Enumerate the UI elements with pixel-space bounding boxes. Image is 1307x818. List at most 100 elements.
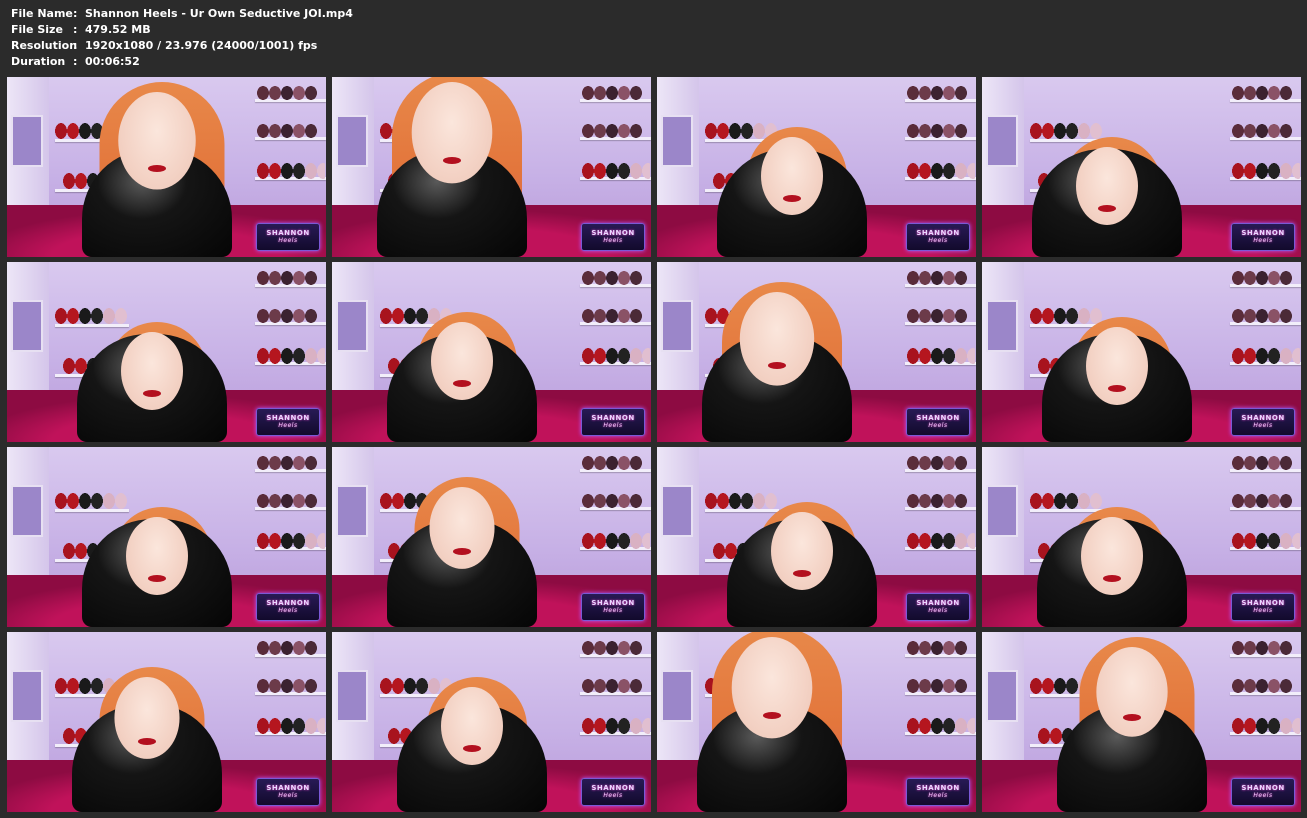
wall-art bbox=[661, 115, 693, 167]
wall-art bbox=[661, 485, 693, 537]
shoes bbox=[582, 306, 650, 324]
shoes bbox=[907, 453, 975, 471]
lips bbox=[148, 165, 166, 172]
watermark-line2: Heels bbox=[928, 607, 948, 614]
shoes bbox=[257, 531, 325, 549]
lips bbox=[138, 738, 156, 745]
watermark-line2: Heels bbox=[278, 422, 298, 429]
shoes bbox=[582, 161, 650, 179]
wall-art bbox=[11, 670, 43, 722]
wall-art bbox=[661, 300, 693, 352]
shoes bbox=[257, 716, 325, 734]
watermark-line2: Heels bbox=[603, 237, 623, 244]
shoes bbox=[257, 491, 325, 509]
lips bbox=[143, 390, 161, 397]
shoes bbox=[907, 346, 975, 364]
watermark-line1: SHANNON bbox=[1241, 414, 1285, 422]
video-thumbnail[interactable]: SHANNON Heels bbox=[657, 262, 976, 442]
shoes bbox=[907, 83, 975, 101]
lips bbox=[768, 362, 786, 369]
watermark-logo: SHANNON Heels bbox=[1231, 778, 1295, 806]
watermark-line1: SHANNON bbox=[916, 414, 960, 422]
video-thumbnail[interactable]: SHANNON Heels bbox=[982, 632, 1301, 812]
lips bbox=[1103, 575, 1121, 582]
watermark-logo: SHANNON Heels bbox=[256, 223, 320, 251]
watermark-line1: SHANNON bbox=[266, 784, 310, 792]
video-thumbnail[interactable]: SHANNON Heels bbox=[657, 77, 976, 257]
file-info-header: File Name : Shannon Heels - Ur Own Seduc… bbox=[11, 6, 353, 70]
shoes bbox=[257, 306, 325, 324]
shoes bbox=[1232, 676, 1300, 694]
resolution-row: Resolution : 1920x1080 / 23.976 (24000/1… bbox=[11, 38, 353, 54]
shoes bbox=[907, 716, 975, 734]
video-thumbnail[interactable]: SHANNON Heels bbox=[7, 77, 326, 257]
video-thumbnail[interactable]: SHANNON Heels bbox=[7, 447, 326, 627]
shoes bbox=[1232, 716, 1300, 734]
video-thumbnail[interactable]: SHANNON Heels bbox=[982, 447, 1301, 627]
watermark-logo: SHANNON Heels bbox=[581, 593, 645, 621]
watermark-logo: SHANNON Heels bbox=[906, 223, 970, 251]
wall-art bbox=[986, 485, 1018, 537]
video-thumbnail[interactable]: SHANNON Heels bbox=[982, 77, 1301, 257]
face bbox=[1076, 147, 1138, 225]
shoes bbox=[582, 638, 650, 656]
watermark-logo: SHANNON Heels bbox=[906, 593, 970, 621]
shoes bbox=[582, 453, 650, 471]
video-thumbnail[interactable]: SHANNON Heels bbox=[982, 262, 1301, 442]
watermark-line1: SHANNON bbox=[266, 229, 310, 237]
lips bbox=[443, 157, 461, 164]
watermark-line1: SHANNON bbox=[916, 784, 960, 792]
thumbnail-grid: SHANNON Heels SHANNON Heels SHANNON Heel… bbox=[7, 77, 1301, 815]
face bbox=[1096, 647, 1168, 737]
video-thumbnail[interactable]: SHANNON Heels bbox=[7, 632, 326, 812]
watermark-line1: SHANNON bbox=[1241, 599, 1285, 607]
watermark-logo: SHANNON Heels bbox=[256, 593, 320, 621]
shoes bbox=[1232, 638, 1300, 656]
file-size-row: File Size : 479.52 MB bbox=[11, 22, 353, 38]
shoes bbox=[1030, 491, 1104, 509]
face bbox=[431, 322, 493, 400]
face bbox=[118, 92, 196, 190]
face bbox=[771, 512, 833, 590]
shoes bbox=[907, 531, 975, 549]
watermark-line2: Heels bbox=[928, 422, 948, 429]
video-thumbnail[interactable]: SHANNON Heels bbox=[7, 262, 326, 442]
video-thumbnail[interactable]: SHANNON Heels bbox=[332, 632, 651, 812]
lips bbox=[793, 570, 811, 577]
face bbox=[441, 687, 503, 765]
file-size-label: File Size bbox=[11, 23, 63, 36]
video-thumbnail[interactable]: SHANNON Heels bbox=[332, 262, 651, 442]
face bbox=[411, 82, 493, 184]
wall-art bbox=[336, 115, 368, 167]
watermark-line1: SHANNON bbox=[1241, 229, 1285, 237]
watermark-line2: Heels bbox=[928, 792, 948, 799]
video-thumbnail[interactable]: SHANNON Heels bbox=[332, 77, 651, 257]
separator: : bbox=[73, 7, 78, 20]
shoes bbox=[1232, 491, 1300, 509]
watermark-line2: Heels bbox=[603, 422, 623, 429]
shoes bbox=[257, 268, 325, 286]
video-thumbnail[interactable]: SHANNON Heels bbox=[332, 447, 651, 627]
file-name-value: Shannon Heels - Ur Own Seductive JOI.mp4 bbox=[85, 7, 353, 20]
watermark-line2: Heels bbox=[1253, 422, 1273, 429]
shoes bbox=[55, 491, 129, 509]
video-thumbnail[interactable]: SHANNON Heels bbox=[657, 447, 976, 627]
wall-art bbox=[661, 670, 693, 722]
watermark-logo: SHANNON Heels bbox=[256, 408, 320, 436]
wall-art bbox=[336, 670, 368, 722]
shoes bbox=[907, 676, 975, 694]
wall-art bbox=[986, 300, 1018, 352]
video-thumbnail[interactable]: SHANNON Heels bbox=[657, 632, 976, 812]
watermark-line2: Heels bbox=[603, 607, 623, 614]
watermark-logo: SHANNON Heels bbox=[581, 778, 645, 806]
separator: : bbox=[73, 39, 78, 52]
watermark-line2: Heels bbox=[278, 607, 298, 614]
watermark-line1: SHANNON bbox=[916, 599, 960, 607]
shoes bbox=[1232, 121, 1300, 139]
shoes bbox=[907, 491, 975, 509]
lips bbox=[148, 575, 166, 582]
watermark-line2: Heels bbox=[278, 237, 298, 244]
lips bbox=[1108, 385, 1126, 392]
shoes bbox=[1232, 346, 1300, 364]
wall-art bbox=[11, 300, 43, 352]
